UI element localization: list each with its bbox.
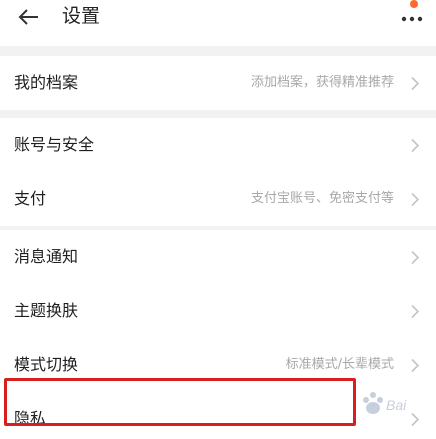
more-dots-icon[interactable] [396, 0, 430, 28]
row-label: 主题换肤 [14, 301, 79, 320]
row-label: 隐私 [14, 409, 47, 428]
chevron-right-icon [411, 76, 420, 91]
row-hint: 支付宝账号、免密支付等 [250, 191, 394, 206]
row-notifications[interactable]: 消息通知 [0, 230, 436, 284]
top-bar: 设置 [0, 0, 436, 46]
page-title: 设置 [62, 5, 101, 27]
notification-dot [410, 0, 418, 8]
settings-group-account: 账号与安全 支付 支付宝账号、免密支付等 [0, 118, 436, 226]
row-privacy[interactable]: 隐私 [0, 392, 436, 439]
row-label: 消息通知 [14, 247, 79, 266]
row-label: 模式切换 [14, 355, 79, 374]
row-hint: 添加档案，获得精准推荐 [250, 75, 394, 90]
chevron-right-icon [411, 138, 420, 153]
row-my-profile[interactable]: 我的档案 添加档案，获得精准推荐 [0, 56, 436, 110]
arrow-left-icon[interactable] [14, 4, 44, 30]
chevron-right-icon [411, 250, 420, 265]
row-label: 我的档案 [14, 73, 79, 92]
row-label: 账号与安全 [14, 135, 95, 154]
chevron-right-icon [411, 192, 420, 207]
row-mode-switch[interactable]: 模式切换 标准模式/长辈模式 [0, 338, 436, 392]
settings-group-profile: 我的档案 添加档案，获得精准推荐 [0, 56, 436, 110]
row-theme[interactable]: 主题换肤 [0, 284, 436, 338]
chevron-right-icon [411, 358, 420, 373]
row-label: 支付 [14, 189, 47, 208]
row-payment[interactable]: 支付 支付宝账号、免密支付等 [0, 172, 436, 226]
settings-group-general: 消息通知 主题换肤 模式切换 标准模式/长辈模式 隐私 [0, 230, 436, 439]
chevron-right-icon [411, 304, 420, 319]
chevron-right-icon [411, 412, 420, 427]
row-account-security[interactable]: 账号与安全 [0, 118, 436, 172]
row-hint: 标准模式/长辈模式 [285, 357, 394, 372]
